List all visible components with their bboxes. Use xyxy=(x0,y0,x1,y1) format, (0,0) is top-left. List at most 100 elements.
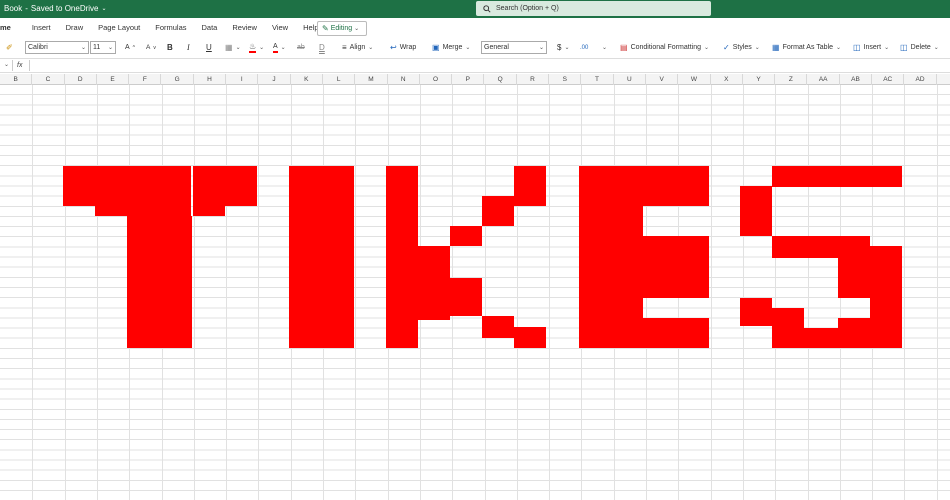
font-name-select[interactable]: Calibri ⌄ xyxy=(25,41,89,54)
merge-label: Merge xyxy=(442,44,463,51)
chevron-down-icon: ⌄ xyxy=(101,6,107,12)
function-icon[interactable]: fx xyxy=(17,58,22,73)
column-header-u[interactable]: U xyxy=(614,74,646,85)
column-header-p[interactable]: P xyxy=(452,74,485,85)
column-header-aa[interactable]: AA xyxy=(808,74,840,85)
red-filled-cells xyxy=(482,316,514,338)
red-filled-cells xyxy=(193,166,257,206)
column-header-i[interactable]: I xyxy=(226,74,259,85)
styles-label: Styles xyxy=(732,44,752,51)
insert-label: Insert xyxy=(863,44,882,51)
red-filled-cells xyxy=(740,186,772,236)
red-filled-cells xyxy=(127,216,192,348)
separator: - xyxy=(25,4,28,13)
column-header-ab[interactable]: AB xyxy=(840,74,873,85)
delete-cells-icon: ◫ xyxy=(900,43,908,52)
conditional-formatting-icon: ▤ xyxy=(620,43,628,52)
column-header-ad[interactable]: AD xyxy=(904,74,937,85)
number-format-select[interactable]: General ⌄ xyxy=(481,41,547,54)
column-header-n[interactable]: N xyxy=(388,74,420,85)
column-header-f[interactable]: F xyxy=(129,74,162,85)
tab-home[interactable]: me xyxy=(0,18,11,38)
align-icon: ≡ xyxy=(342,43,347,52)
document-title[interactable]: Book - Saved to OneDrive ⌄ xyxy=(4,0,107,18)
column-header-r[interactable]: R xyxy=(517,74,550,85)
conditional-formatting-button[interactable]: ▤ Conditional Formatting ⌄ xyxy=(620,38,709,57)
column-header-d[interactable]: D xyxy=(65,74,97,85)
number-more-button[interactable]: ⌄ xyxy=(602,38,607,57)
column-header-l[interactable]: L xyxy=(323,74,356,85)
currency-button[interactable]: $ ⌄ xyxy=(557,38,569,57)
decimal-button[interactable]: .00 xyxy=(580,38,588,57)
column-gridline xyxy=(355,85,357,500)
column-gridline xyxy=(516,85,518,500)
column-header-b[interactable]: B xyxy=(0,74,33,85)
bold-button[interactable]: B xyxy=(167,38,173,57)
red-filled-cells xyxy=(740,298,772,326)
tab-insert[interactable]: Insert xyxy=(32,18,51,38)
column-header-y[interactable]: Y xyxy=(743,74,776,85)
column-header-k[interactable]: K xyxy=(291,74,323,85)
column-header-t[interactable]: T xyxy=(581,74,614,85)
wrap-text-button[interactable]: ↩ Wrap xyxy=(390,38,416,57)
font-color-button[interactable]: A ⌄ xyxy=(273,38,286,57)
column-header-ac[interactable]: AC xyxy=(872,74,905,85)
red-filled-cells xyxy=(804,328,870,348)
tab-page-layout[interactable]: Page Layout xyxy=(98,18,140,38)
italic-button[interactable]: I xyxy=(187,38,190,57)
format-painter-button[interactable]: ✐ xyxy=(6,38,13,57)
fill-bucket-icon: ♨ xyxy=(249,42,257,53)
tab-formulas[interactable]: Formulas xyxy=(155,18,186,38)
formula-input[interactable] xyxy=(31,59,946,72)
merge-icon: ▣ xyxy=(432,43,440,52)
divider xyxy=(29,60,30,71)
align-button[interactable]: ≡ Align ⌄ xyxy=(342,38,373,57)
column-header-z[interactable]: Z xyxy=(775,74,808,85)
font-size-select[interactable]: 11 ⌄ xyxy=(90,41,116,54)
borders-button[interactable]: ▦ ⌄ xyxy=(225,38,241,57)
chevron-down-icon: ⌄ xyxy=(836,45,842,51)
editing-mode-button[interactable]: ✎ Editing ⌄ xyxy=(317,21,367,36)
column-header-v[interactable]: V xyxy=(646,74,679,85)
column-header-q[interactable]: Q xyxy=(485,74,517,85)
format-as-table-button[interactable]: ▦ Format As Table ⌄ xyxy=(772,38,841,57)
double-underline-button[interactable]: D xyxy=(319,38,325,57)
shrink-font-button[interactable]: Av xyxy=(146,38,156,57)
insert-cells-button[interactable]: ◫ Insert ⌄ xyxy=(853,38,889,57)
underline-button[interactable]: U xyxy=(206,38,212,57)
chevron-down-icon: ⌄ xyxy=(259,45,265,51)
name-box-chevron-icon[interactable]: ⌄ xyxy=(4,61,9,68)
column-header-s[interactable]: S xyxy=(549,74,582,85)
format-as-table-label: Format As Table xyxy=(782,44,834,51)
red-filled-cells xyxy=(579,166,709,206)
grow-font-button[interactable]: A ^ xyxy=(125,38,135,57)
column-header-m[interactable]: M xyxy=(355,74,388,85)
chevron-down-icon: ⌄ xyxy=(107,45,113,51)
fill-color-button[interactable]: ♨ ⌄ xyxy=(249,38,264,57)
delete-cells-button[interactable]: ◫ Delete ⌄ xyxy=(900,38,939,57)
column-header-h[interactable]: H xyxy=(194,74,227,85)
column-header-g[interactable]: G xyxy=(162,74,194,85)
column-header-e[interactable]: E xyxy=(97,74,130,85)
column-header-o[interactable]: O xyxy=(420,74,453,85)
column-header-x[interactable]: X xyxy=(711,74,743,85)
column-gridline xyxy=(32,85,34,500)
red-filled-cells xyxy=(386,166,418,348)
red-filled-cells xyxy=(127,166,191,216)
column-header-c[interactable]: C xyxy=(32,74,65,85)
merge-button[interactable]: ▣ Merge ⌄ xyxy=(432,38,470,57)
tab-review[interactable]: Review xyxy=(232,18,257,38)
red-filled-cells xyxy=(514,166,546,206)
tab-view[interactable]: View xyxy=(272,18,288,38)
strikethrough-button[interactable]: ab xyxy=(297,38,305,57)
tab-draw[interactable]: Draw xyxy=(66,18,84,38)
column-header-row: B C D E F G H I J K L M N O P Q R S T U V W X Y Z AA AB AC AD xyxy=(0,74,950,85)
column-header-j[interactable]: J xyxy=(258,74,291,85)
search-input[interactable]: Search (Option + Q) xyxy=(476,1,711,16)
column-header-w[interactable]: W xyxy=(678,74,711,85)
pencil-icon: ✎ xyxy=(322,24,329,33)
styles-button[interactable]: ✓ Styles ⌄ xyxy=(723,38,760,57)
chevron-down-icon: ⌄ xyxy=(80,45,86,51)
tab-data[interactable]: Data xyxy=(202,18,218,38)
column-gridline xyxy=(742,85,744,500)
